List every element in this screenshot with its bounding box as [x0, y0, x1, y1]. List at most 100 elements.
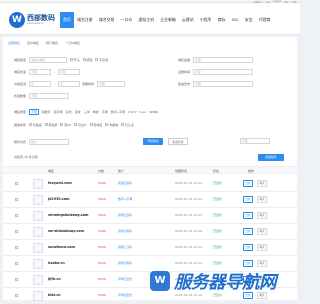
nav-site-builder[interactable]: 云建站	[179, 12, 197, 28]
domain-name[interactable]: xunzhuna.com	[48, 245, 75, 249]
domain-search-input[interactable]: 请输入域名	[29, 56, 68, 63]
type-tag[interactable]: 数字+字母	[111, 110, 126, 114]
type-tag[interactable]: 纯数字	[42, 110, 51, 114]
row-checkbox[interactable]	[15, 262, 18, 265]
domain-desc[interactable]: 字母(四位)	[118, 293, 132, 297]
table-header: 域名 价格 简介 到期时间 状态 操作	[3, 166, 297, 174]
extra-option[interactable]: 未被墙	[105, 123, 118, 127]
length-label: 域名长度	[14, 69, 27, 74]
site-header: W 西部数码 www.west.cn 首页 域名注册 域名交易 一口价 虚拟主机…	[0, 3, 300, 35]
type-tag[interactable]: 双拼	[75, 110, 81, 114]
col-date[interactable]: 到期时间	[175, 169, 187, 173]
row-checkbox[interactable]	[15, 182, 18, 185]
domain-name[interactable]: foxyumi.com	[48, 181, 72, 185]
domain-name[interactable]: xinmingshuiseng.com	[48, 213, 88, 217]
domain-name[interactable]: wz-shiwaiduoy.com	[48, 229, 84, 233]
nav-miniapp[interactable]: 小程序	[197, 12, 215, 28]
nav-fixed-price[interactable]: 一口价	[117, 12, 135, 28]
row-checkbox[interactable]	[15, 198, 18, 201]
domain-name[interactable]: haoke.cn	[48, 261, 65, 265]
type-tag[interactable]: 单拼	[93, 110, 99, 114]
domain-desc[interactable]: 杂米(双拼)	[118, 229, 132, 233]
nav-domain-trade[interactable]: 域名交易	[96, 12, 118, 28]
logo-icon[interactable]: W	[9, 12, 25, 28]
price-min-input[interactable]: 元	[29, 80, 52, 87]
bid-button[interactable]: 出价	[243, 180, 253, 187]
domain-desc[interactable]: 拼音(三拼)	[118, 245, 132, 249]
extra-option[interactable]: 有收录	[44, 123, 57, 127]
opt-exclude[interactable]: 不包含	[95, 58, 108, 62]
subtab-all[interactable]: 全部域名	[8, 41, 20, 45]
order-select[interactable]: 不限	[240, 138, 270, 144]
type-tag[interactable]: 声母	[102, 110, 108, 114]
row-checkbox[interactable]	[15, 294, 18, 297]
type-tag[interactable]: CVCV	[128, 110, 136, 114]
backlink-select[interactable]: 不限	[29, 92, 70, 99]
opt-end[interactable]: 结尾	[82, 58, 92, 62]
bid-button[interactable]: 出价	[243, 244, 253, 251]
extra-option[interactable]: 已认证	[121, 123, 134, 127]
extra-option[interactable]: 可过户	[74, 123, 87, 127]
length-to-select[interactable]: 不限	[58, 68, 81, 75]
col-price[interactable]: 价格	[98, 169, 104, 173]
row-checkbox[interactable]	[15, 214, 18, 217]
row-checkbox[interactable]	[15, 278, 18, 281]
batch-button[interactable]: 批量操作	[258, 154, 284, 161]
nav-home[interactable]: 首页	[60, 12, 74, 28]
type-tag[interactable]: 纯字母	[54, 110, 63, 114]
type-tag[interactable]: 三拼	[84, 110, 90, 114]
col-domain[interactable]: 域名	[48, 169, 54, 173]
row-checkbox[interactable]	[15, 230, 18, 233]
domain-desc[interactable]: 字母(五位)	[118, 277, 132, 281]
history-select[interactable]: 不限	[193, 80, 254, 87]
table-row[interactable]: xunzhuna.com ¥500 拼音(三拼) 2025-02-18 12:10 已竞…	[3, 240, 297, 256]
domain-desc[interactable]: 英语(双拼)	[118, 181, 132, 185]
extra-option[interactable]: 有备案	[29, 123, 42, 127]
nav-agent[interactable]: 代理商	[256, 12, 274, 28]
bid-button[interactable]: 出价	[243, 212, 253, 219]
reset-button[interactable]: 重置条件	[168, 138, 188, 145]
suffix-select[interactable]: 全部	[193, 56, 254, 63]
bid-button[interactable]: 出价	[243, 196, 253, 203]
buy-button[interactable]: 购买	[257, 228, 267, 235]
nav-ssl[interactable]: SSL	[229, 12, 242, 28]
sort-select[interactable]: 默认	[29, 138, 70, 145]
type-tag[interactable]: LLLL	[140, 110, 147, 114]
nav-security[interactable]: 安全	[242, 12, 256, 28]
extra-option[interactable]: 老域名	[89, 123, 102, 127]
subtab-reserve[interactable]: 预订域名	[46, 41, 58, 45]
row-checkbox[interactable]	[15, 246, 18, 249]
bid-button[interactable]: 出价	[243, 228, 253, 235]
subtab-fixed[interactable]: 一口价域名	[65, 41, 80, 45]
domain-name[interactable]: kikt.cn	[48, 293, 61, 297]
table-row[interactable]: wz-shiwaiduoy.com ¥480 杂米(双拼) 2025-02-18 12…	[3, 224, 297, 240]
buy-button[interactable]: 购买	[257, 244, 267, 251]
type-tag[interactable]: 不限	[29, 108, 39, 115]
type-tag[interactable]: NNNN	[149, 110, 158, 114]
regdate-select[interactable]: 不限	[193, 68, 254, 75]
table-row[interactable]: foxyumi.com ¥400 英语(双拼) 2025-02-18 12:00 已竞价…	[3, 176, 297, 192]
domain-desc[interactable]: 拼音(双拼)	[118, 261, 132, 265]
type-tag[interactable]: 杂米	[66, 110, 72, 114]
domain-name[interactable]: jijfh.cn	[48, 277, 61, 281]
checkbox-icon	[74, 123, 78, 126]
buy-button[interactable]: 购买	[257, 180, 267, 187]
subtab-auction[interactable]: 竞价域名	[27, 41, 39, 45]
price-max-input[interactable]: 元	[58, 80, 81, 87]
nav-domain-register[interactable]: 域名注册	[74, 12, 96, 28]
table-row[interactable]: jd1939.com ¥420 数字+字母 2025-02-18 12:02 已竞价 出价…	[3, 192, 297, 208]
buy-button[interactable]: 购买	[257, 212, 267, 219]
nav-hosting[interactable]: 虚拟主机	[135, 12, 157, 28]
domain-desc[interactable]: 数字+字母	[118, 197, 133, 201]
nav-email[interactable]: 企业邮箱	[157, 12, 179, 28]
buy-button[interactable]: 购买	[257, 196, 267, 203]
domain-desc[interactable]: 拼音(五拼)	[118, 213, 132, 217]
extra-option[interactable]: 有PR	[60, 123, 71, 127]
table-row[interactable]: xinmingshuiseng.com ¥450 拼音(五拼) 2025-02-18 …	[3, 208, 297, 224]
length-from-select[interactable]: 不限	[29, 68, 52, 75]
opt-start[interactable]: 开头	[70, 58, 80, 62]
expire-select[interactable]: 不限	[97, 80, 126, 87]
nav-trademark[interactable]: 商标	[215, 12, 229, 28]
search-button[interactable]: 开始搜索	[143, 138, 163, 145]
domain-name[interactable]: jd1939.com	[48, 197, 70, 201]
